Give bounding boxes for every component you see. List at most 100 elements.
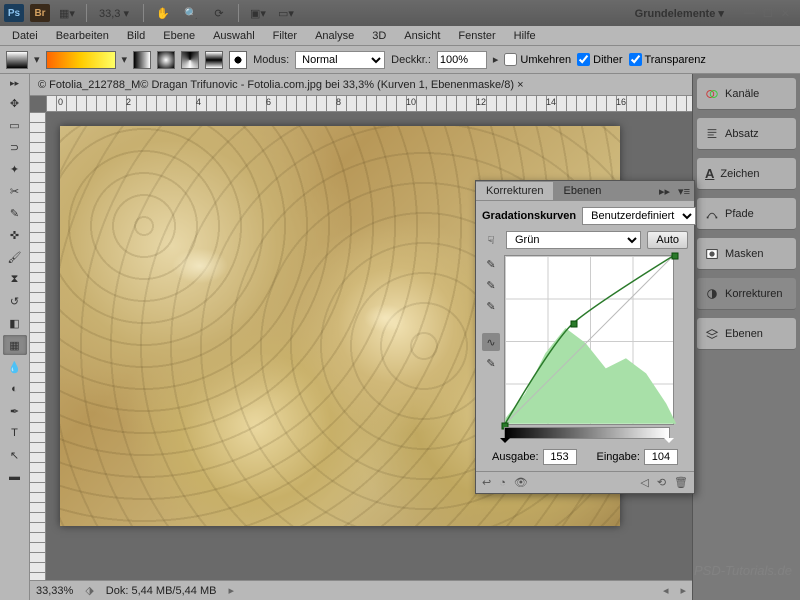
gradient-angle-icon[interactable] <box>181 51 199 69</box>
photoshop-icon[interactable]: Ps <box>4 4 24 22</box>
finger-tool-icon[interactable]: ☟ <box>482 234 500 247</box>
tab-ebenen[interactable]: Ebenen <box>553 182 611 200</box>
curve-point-end[interactable] <box>672 253 679 260</box>
scroll-left-icon[interactable]: ◂ <box>663 584 669 597</box>
white-point-slider[interactable] <box>664 438 674 448</box>
panel-expand-icon[interactable]: ▸▸ <box>655 185 674 198</box>
right-panel-dock: Kanäle Absatz AZeichen Pfade Masken Korr… <box>692 74 800 600</box>
path-select-tool-icon[interactable]: ↖ <box>3 445 27 465</box>
gradient-picker[interactable] <box>46 51 116 69</box>
panel-absatz[interactable]: Absatz <box>697 118 796 150</box>
scroll-right-icon[interactable]: ▸ <box>680 584 686 597</box>
prev-state-icon[interactable]: ◁ <box>640 476 648 489</box>
gradient-linear-icon[interactable] <box>133 51 151 69</box>
status-zoom[interactable]: 33,33% <box>36 585 73 597</box>
menu-ansicht[interactable]: Ansicht <box>396 28 448 44</box>
ruler-horizontal[interactable]: 0 2 4 6 8 10 12 14 16 <box>46 96 692 112</box>
menu-3d[interactable]: 3D <box>364 28 394 44</box>
panel-menu-icon[interactable]: ▾≡ <box>674 185 694 198</box>
panel-kanaele[interactable]: Kanäle <box>697 78 796 110</box>
gradient-tool-icon[interactable]: ▦ <box>3 335 27 355</box>
history-brush-tool-icon[interactable]: ↺ <box>3 291 27 311</box>
stamp-tool-icon[interactable]: ⧗ <box>3 269 27 289</box>
panel-ebenen[interactable]: Ebenen <box>697 318 796 350</box>
curve-point-mid[interactable] <box>571 321 578 328</box>
panel-zeichen[interactable]: AZeichen <box>697 158 796 190</box>
pen-tool-icon[interactable]: ✒ <box>3 401 27 421</box>
eyedropper-white-icon[interactable]: ✎ <box>482 297 500 315</box>
input-range-slider[interactable] <box>504 427 670 439</box>
hand-tool-icon[interactable]: ✋ <box>152 3 174 23</box>
channel-select[interactable]: Grün <box>506 231 641 249</box>
heal-tool-icon[interactable]: ✜ <box>3 225 27 245</box>
return-icon[interactable]: ↩ <box>482 476 491 489</box>
panel-korrekturen[interactable]: Korrekturen <box>697 278 796 310</box>
opacity-input[interactable] <box>437 51 487 69</box>
output-input[interactable] <box>543 449 577 465</box>
curves-preset-select[interactable]: Benutzerdefiniert <box>582 207 696 225</box>
gradient-radial-icon[interactable] <box>157 51 175 69</box>
trash-icon[interactable]: 🗑 <box>674 476 688 489</box>
workspace-switcher[interactable]: Grundelemente ▾ <box>627 7 732 20</box>
status-bar: 33,33% ⬗ Dok: 5,44 MB/5,44 MB ▸ ◂ ▸ <box>30 580 692 600</box>
ruler-vertical[interactable] <box>30 112 46 580</box>
dodge-tool-icon[interactable]: ◐ <box>3 379 27 399</box>
menu-bild[interactable]: Bild <box>119 28 153 44</box>
options-bar: ▾ ▾ Modus: Normal Deckkr.: ▸ Umkehren Di… <box>0 46 800 74</box>
clip-icon[interactable]: ◔ <box>499 477 506 489</box>
move-tool-icon[interactable]: ✥ <box>3 93 27 113</box>
crop-tool-icon[interactable]: ✂ <box>3 181 27 201</box>
reverse-checkbox[interactable]: Umkehren <box>504 53 571 66</box>
bridge-icon[interactable]: Br <box>30 4 50 22</box>
visibility-icon[interactable]: 👁 <box>514 476 528 489</box>
shape-tool-icon[interactable]: ▬ <box>3 467 27 487</box>
lasso-tool-icon[interactable]: ⊃ <box>3 137 27 157</box>
panel-pfade[interactable]: Pfade <box>697 198 796 230</box>
auto-button[interactable]: Auto <box>647 231 688 249</box>
toolbox-collapse-icon[interactable]: ▸▸ <box>10 78 19 89</box>
gradient-reflected-icon[interactable] <box>205 51 223 69</box>
titlebar: Ps Br ▦▾ 33,3 ▾ ✋ 🔍 ⟳ ▣▾ ▭▾ Grundelement… <box>0 0 800 26</box>
eyedropper-tool-icon[interactable]: ✎ <box>3 203 27 223</box>
curves-graph[interactable] <box>504 255 674 425</box>
gradient-tool-preset-icon[interactable] <box>6 51 28 69</box>
dither-checkbox[interactable]: Dither <box>577 53 622 66</box>
minimize-icon[interactable]: — <box>744 7 755 20</box>
curve-smooth-icon[interactable]: ∿ <box>482 333 500 351</box>
zoom-tool-icon[interactable]: 🔍 <box>180 3 202 23</box>
eyedropper-black-icon[interactable]: ✎ <box>482 255 500 273</box>
eraser-tool-icon[interactable]: ◧ <box>3 313 27 333</box>
curve-pencil-icon[interactable]: ✎ <box>482 354 500 372</box>
type-tool-icon[interactable]: T <box>3 423 27 443</box>
menu-datei[interactable]: Datei <box>4 28 46 44</box>
menu-ebene[interactable]: Ebene <box>155 28 203 44</box>
zoom-level[interactable]: 33,3 ▾ <box>95 5 135 22</box>
screen-mode-icon[interactable]: ▭▾ <box>275 3 297 23</box>
document-tab[interactable]: © Fotolia_212788_M© Dragan Trifunovic - … <box>30 74 692 96</box>
maximize-icon[interactable]: ☐ <box>763 7 773 20</box>
rotate-view-icon[interactable]: ⟳ <box>208 3 230 23</box>
blend-mode-select[interactable]: Normal <box>295 51 385 69</box>
close-icon[interactable]: ✕ <box>781 7 790 20</box>
input-input[interactable] <box>644 449 678 465</box>
marquee-tool-icon[interactable]: ▭ <box>3 115 27 135</box>
menu-bearbeiten[interactable]: Bearbeiten <box>48 28 117 44</box>
menu-hilfe[interactable]: Hilfe <box>506 28 544 44</box>
reset-icon[interactable]: ⟲ <box>657 476 666 489</box>
blur-tool-icon[interactable]: 💧 <box>3 357 27 377</box>
brush-tool-icon[interactable]: 🖌 <box>3 247 27 267</box>
panel-masken[interactable]: Masken <box>697 238 796 270</box>
eyedropper-gray-icon[interactable]: ✎ <box>482 276 500 294</box>
menu-fenster[interactable]: Fenster <box>450 28 503 44</box>
transparency-checkbox[interactable]: Transparenz <box>629 53 706 66</box>
tab-korrekturen[interactable]: Korrekturen <box>476 182 553 200</box>
black-point-slider[interactable] <box>500 438 510 448</box>
menu-auswahl[interactable]: Auswahl <box>205 28 263 44</box>
menu-analyse[interactable]: Analyse <box>307 28 362 44</box>
status-docsize[interactable]: Dok: 5,44 MB/5,44 MB <box>106 585 217 597</box>
menu-filter[interactable]: Filter <box>265 28 305 44</box>
arrange-docs-icon[interactable]: ▣▾ <box>247 3 269 23</box>
wand-tool-icon[interactable]: ✦ <box>3 159 27 179</box>
gradient-diamond-icon[interactable] <box>229 51 247 69</box>
layout-dropdown-icon[interactable]: ▦▾ <box>56 3 78 23</box>
